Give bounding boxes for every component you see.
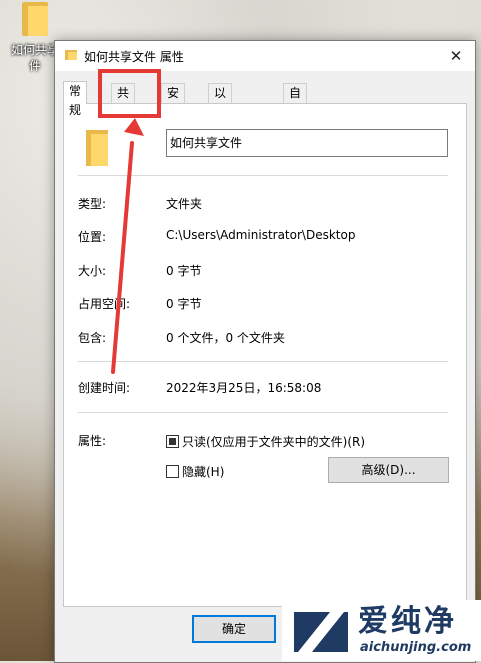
watermark: 爱纯净 aichunjing.com (282, 600, 481, 661)
watermark-chinese-text: 爱纯净 (358, 604, 457, 639)
sharing-tab-highlight-box (98, 69, 161, 118)
watermark-logo-icon (294, 612, 348, 652)
watermark-domain-text: aichunjing.com (360, 640, 472, 655)
tab-general[interactable]: 常规 (63, 81, 88, 117)
annotation-arrow-shaft (111, 141, 134, 374)
annotation-arrow-head-icon (124, 118, 144, 136)
